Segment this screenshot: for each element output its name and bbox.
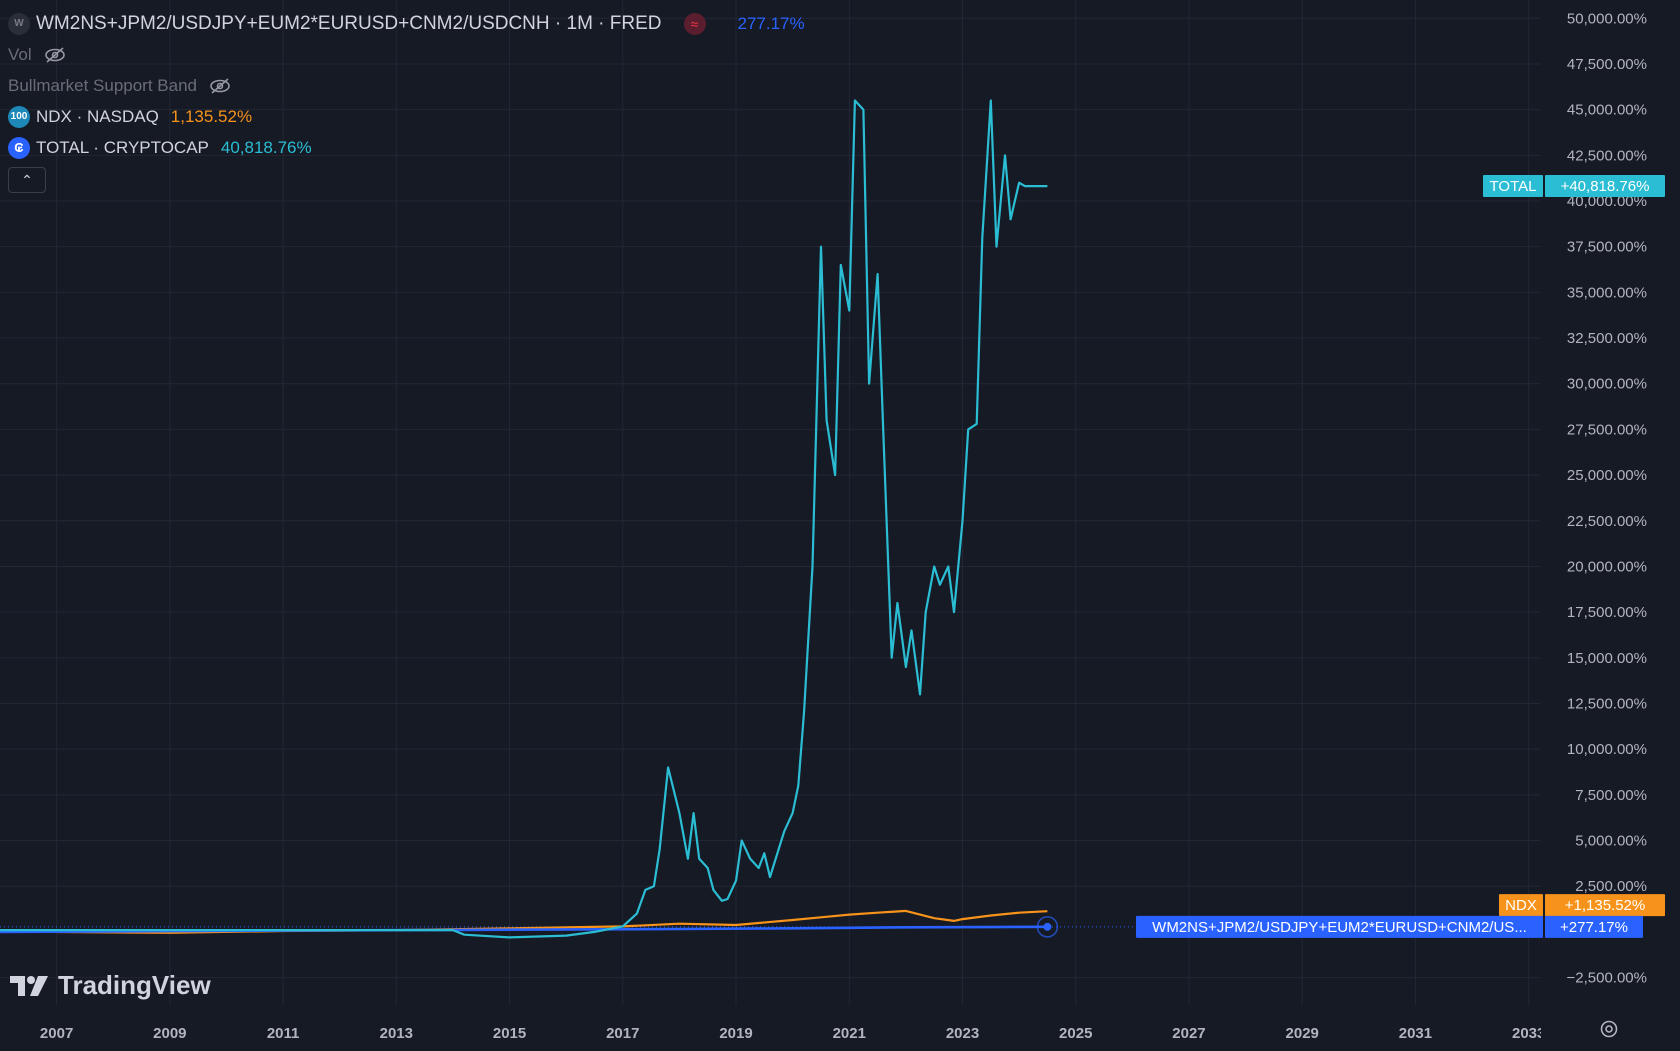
- y-tick-label: 42,500.00%: [1567, 147, 1647, 164]
- nasdaq-100-icon: 100: [8, 105, 30, 128]
- y-tick-label: 15,000.00%: [1567, 650, 1647, 667]
- bullmarket-band-label: Bullmarket Support Band: [8, 75, 197, 95]
- legend-total[interactable]: ₢ TOTAL · CRYPTOCAP 40,818.76%: [8, 132, 805, 163]
- y-tick-label: 7,500.00%: [1575, 787, 1647, 804]
- y-tick-label: 22,500.00%: [1567, 513, 1647, 530]
- y-tick-label: 30,000.00%: [1567, 376, 1647, 393]
- series-line-total[interactable]: [0, 99, 1048, 939]
- ndx-value-tag-text: +1,135.52%: [1565, 897, 1646, 914]
- main-series-title[interactable]: WM2NS+JPM2/USDJPY+EUM2*EURUSD+CNM2/USDCN…: [36, 13, 662, 35]
- total-change: 40,818.76%: [220, 137, 312, 157]
- ndx-label: NDX · NASDAQ: [36, 106, 159, 126]
- x-tick-label: 2017: [606, 1025, 639, 1042]
- ndx-name-tag-text: NDX: [1505, 897, 1537, 914]
- x-tick-label: 2009: [153, 1025, 186, 1042]
- legend-ndx[interactable]: 100 NDX · NASDAQ 1,135.52%: [8, 101, 805, 132]
- y-tick-label: 45,000.00%: [1567, 102, 1647, 119]
- chevron-up-icon: ⌃: [21, 171, 33, 188]
- eye-hidden-icon[interactable]: [44, 46, 66, 63]
- x-tick-label: 2029: [1286, 1025, 1319, 1042]
- wave-icon[interactable]: ≈: [683, 12, 706, 35]
- tradingview-logo-icon: [10, 975, 48, 996]
- y-tick-label: −2,500.00%: [1567, 970, 1648, 987]
- x-tick-label: 2033: [1512, 1025, 1545, 1042]
- legend-bullmarket-band[interactable]: Bullmarket Support Band: [8, 70, 805, 101]
- y-tick-label: 35,000.00%: [1567, 284, 1647, 301]
- x-axis: 2007 2009 2011 2013 2015 2017 2019 2021 2023 2025…: [40, 1010, 1680, 1051]
- y-tick-label: 25,000.00%: [1567, 467, 1647, 484]
- x-tick-label: 2007: [40, 1025, 73, 1042]
- total-label: TOTAL · CRYPTOCAP: [36, 137, 209, 157]
- y-tick-label: 2,500.00%: [1575, 878, 1647, 895]
- legend-main-series[interactable]: W WM2NS+JPM2/USDJPY+EUM2*EURUSD+CNM2/USD…: [8, 8, 805, 39]
- m2-name-tag-text: WM2NS+JPM2/USDJPY+EUM2*EURUSD+CNM2/US...: [1152, 919, 1527, 936]
- y-tick-label: 17,500.00%: [1567, 604, 1647, 621]
- y-tick-label: 37,500.00%: [1567, 239, 1647, 256]
- cryptocap-icon: ₢: [8, 136, 30, 159]
- m2-value-tag-text: +277.17%: [1560, 919, 1628, 936]
- y-tick-label: 32,500.00%: [1567, 330, 1647, 347]
- y-tick-label: 50,000.00%: [1567, 10, 1647, 27]
- main-series-change: 277.17%: [737, 13, 805, 33]
- total-value-tag-text: +40,818.76%: [1561, 178, 1650, 195]
- m2-end-marker: [1043, 922, 1052, 931]
- y-tick-label: 47,500.00%: [1567, 56, 1647, 73]
- series-layer: [0, 99, 1540, 939]
- ndx-change: 1,135.52%: [170, 106, 253, 126]
- total-name-tag-text: TOTAL: [1490, 178, 1537, 195]
- x-tick-label: 2013: [380, 1025, 413, 1042]
- legend-panel: W WM2NS+JPM2/USDJPY+EUM2*EURUSD+CNM2/USD…: [8, 8, 805, 193]
- vol-label: Vol: [8, 44, 32, 64]
- settings-gear-icon[interactable]: [1598, 1018, 1620, 1040]
- y-tick-label: 5,000.00%: [1575, 833, 1647, 850]
- x-tick-label: 2015: [493, 1025, 526, 1042]
- x-tick-label: 2023: [946, 1025, 979, 1042]
- x-tick-label: 2027: [1172, 1025, 1205, 1042]
- x-tick-label: 2011: [267, 1025, 300, 1042]
- collapse-legend-button[interactable]: ⌃: [8, 167, 46, 193]
- tradingview-logo: TradingView: [10, 970, 211, 1001]
- y-tick-label: 12,500.00%: [1567, 696, 1647, 713]
- x-tick-label: 2025: [1059, 1025, 1092, 1042]
- y-tick-label: 27,500.00%: [1567, 421, 1647, 438]
- legend-vol[interactable]: Vol: [8, 39, 805, 70]
- brand-name: TradingView: [58, 970, 211, 1000]
- y-tick-label: 10,000.00%: [1567, 741, 1647, 758]
- y-tick-label: 20,000.00%: [1567, 558, 1647, 575]
- x-tick-label: 2021: [833, 1025, 866, 1042]
- eye-hidden-icon[interactable]: [209, 77, 231, 94]
- main-series-logo-icon: W: [8, 12, 30, 35]
- x-tick-label: 2031: [1399, 1025, 1432, 1042]
- x-tick-label: 2019: [719, 1025, 752, 1042]
- y-axis: 50,000.00% 47,500.00% 45,000.00% 42,500.00%…: [1567, 10, 1648, 986]
